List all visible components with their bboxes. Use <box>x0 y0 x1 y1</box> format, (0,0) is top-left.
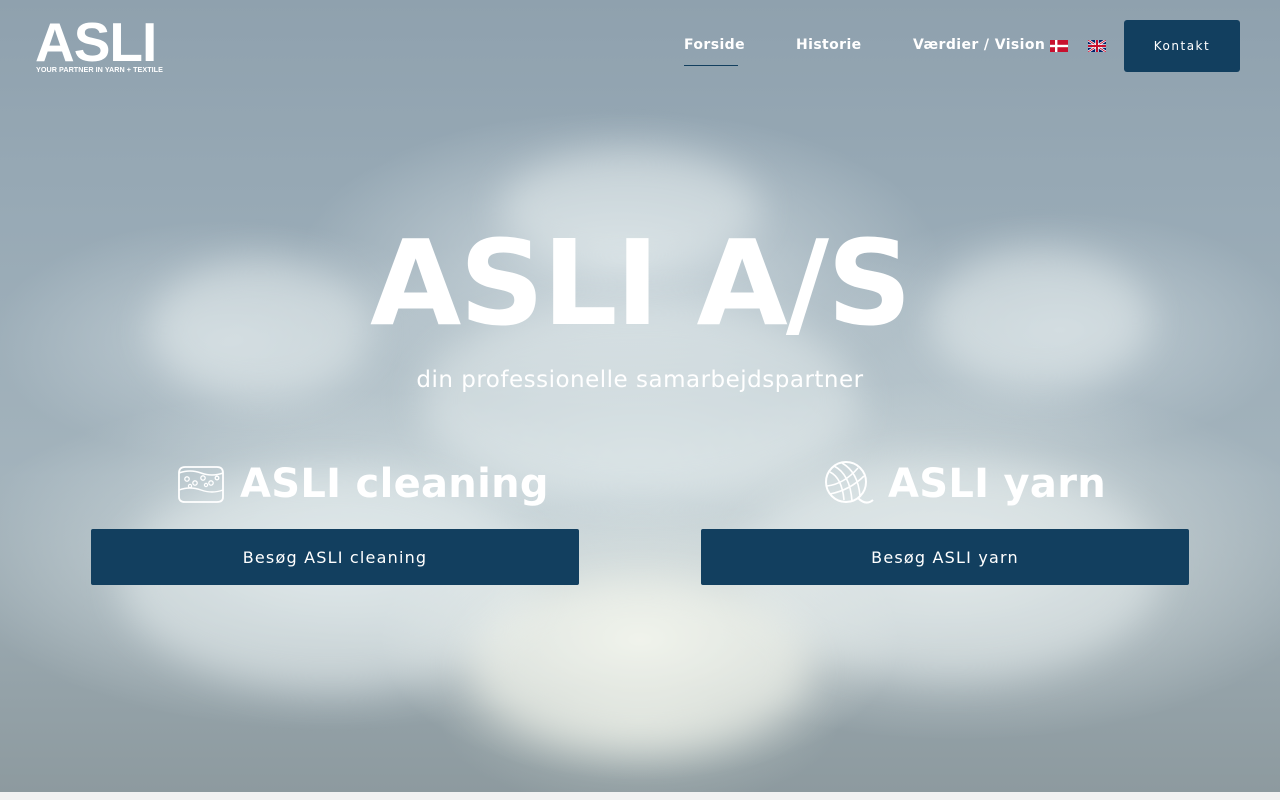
hero-section: ASLI YOUR PARTNER IN YARN + TEXTILE Fors… <box>0 0 1280 792</box>
visit-cleaning-button[interactable]: Besøg ASLI cleaning <box>91 529 579 585</box>
nav-item-historie[interactable]: Historie <box>796 37 862 53</box>
danish-flag-icon[interactable] <box>1050 40 1068 52</box>
hero-subtitle: din professionelle samarbejdspartner <box>416 367 864 393</box>
cloud-texture <box>470 580 810 750</box>
logo-wordmark: ASLI <box>35 11 157 73</box>
visit-yarn-button[interactable]: Besøg ASLI yarn <box>701 529 1189 585</box>
nav-item-forside[interactable]: Forside <box>684 37 745 53</box>
service-heading-cleaning: ASLI cleaning <box>176 458 549 510</box>
sponge-icon <box>178 466 224 503</box>
service-title-cleaning: ASLI cleaning <box>240 461 549 507</box>
nav-item-vaerdier-vision[interactable]: Værdier / Vision <box>913 37 1045 53</box>
contact-button[interactable]: Kontakt <box>1124 20 1240 72</box>
yarn-ball-icon <box>825 461 874 504</box>
page-bottom-strip <box>0 792 1280 800</box>
service-heading-yarn: ASLI yarn <box>822 458 1106 510</box>
service-title-yarn: ASLI yarn <box>888 461 1107 507</box>
logo-tagline: YOUR PARTNER IN YARN + TEXTILE <box>36 65 163 74</box>
hero-title: ASLI A/S <box>370 214 912 352</box>
nav-active-indicator <box>684 65 738 66</box>
brand-logo[interactable]: ASLI YOUR PARTNER IN YARN + TEXTILE <box>35 12 169 74</box>
uk-flag-icon[interactable] <box>1088 40 1106 52</box>
